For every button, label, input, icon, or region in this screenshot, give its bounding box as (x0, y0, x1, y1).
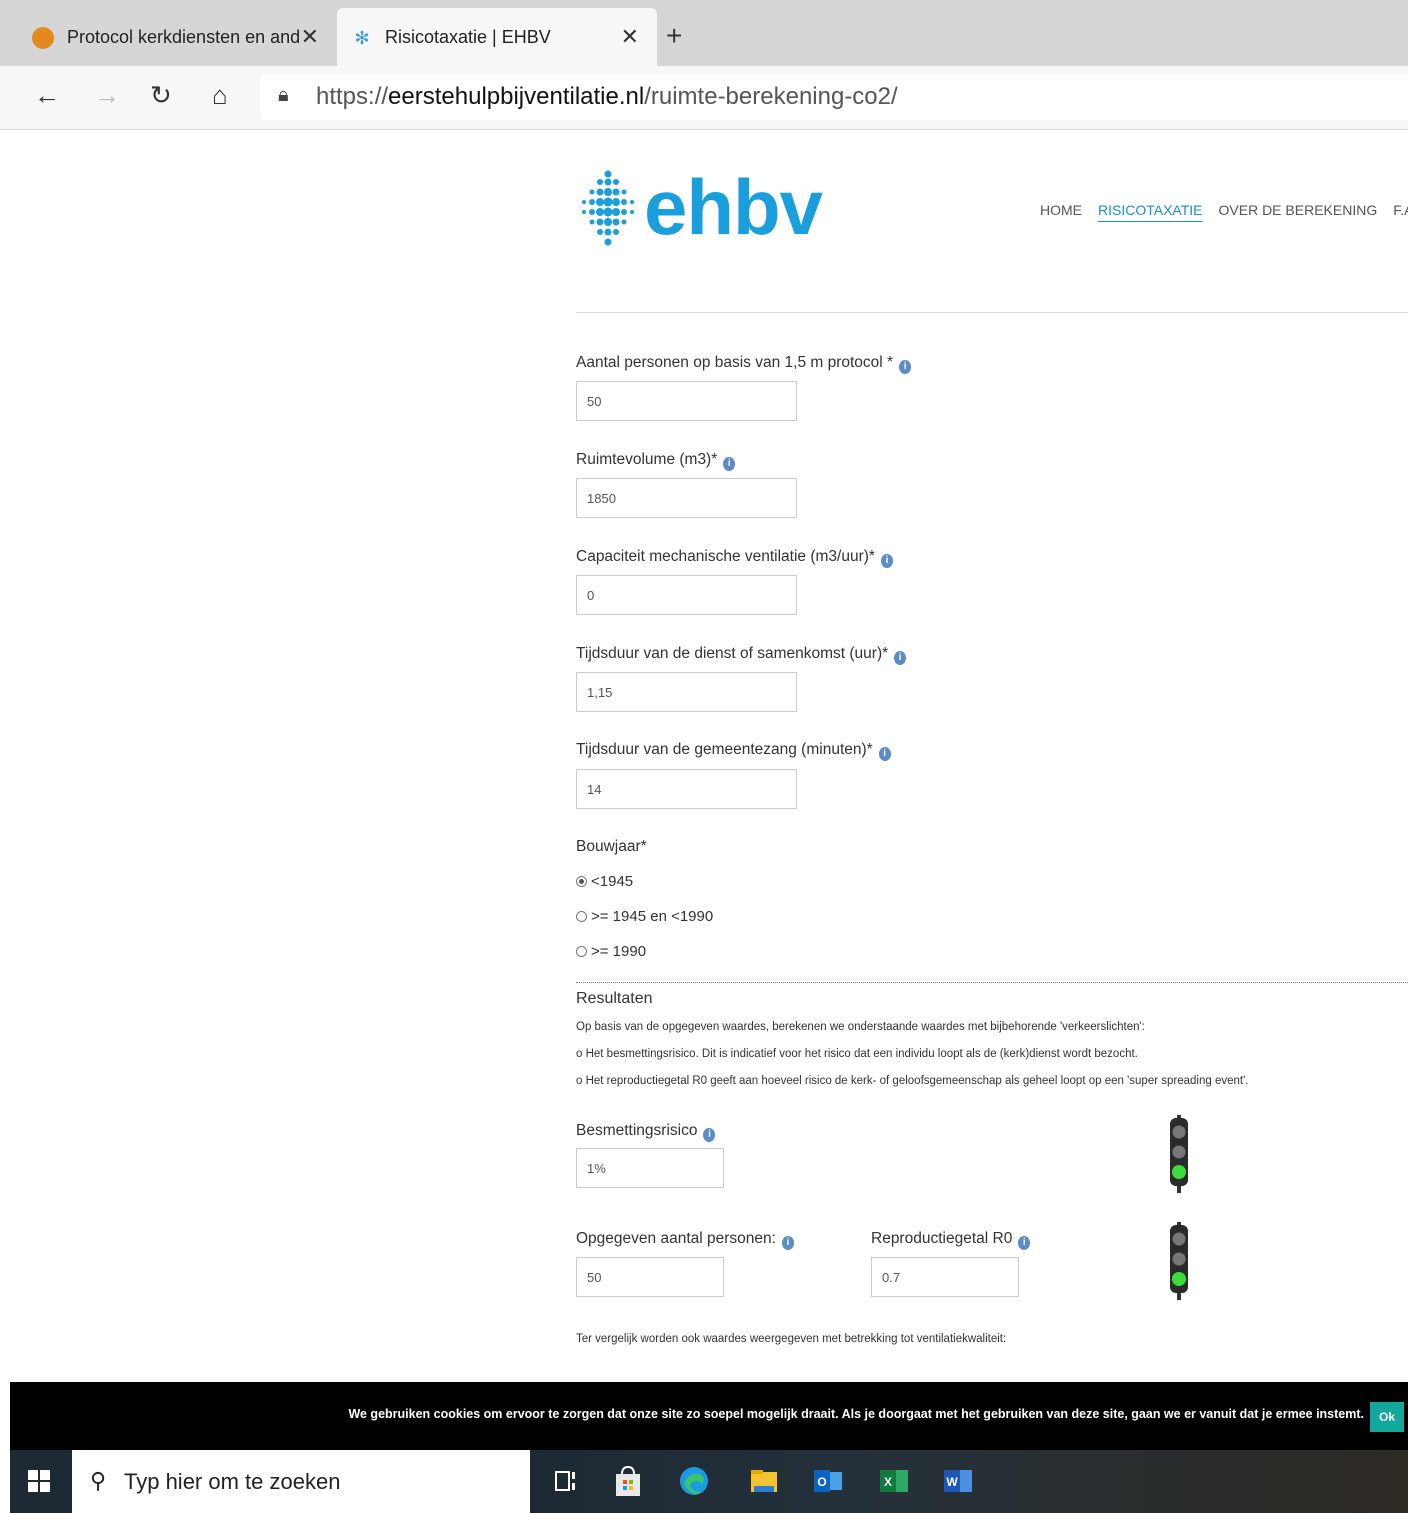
nav-faq[interactable]: F.A.Q. (1393, 202, 1408, 218)
task-view-icon[interactable] (550, 1464, 582, 1498)
ventilatie-input[interactable] (576, 575, 797, 615)
results-bullet-r0: o Het reproductiegetal R0 geeft aan hoev… (576, 1075, 1249, 1087)
radio-button[interactable] (576, 911, 587, 922)
r0-label: Reproductiegetal R0 i (871, 1230, 1031, 1250)
radio-button[interactable] (576, 876, 587, 887)
svg-text:X: X (884, 1475, 892, 1489)
info-icon[interactable]: i (1018, 1236, 1031, 1250)
edge-browser-icon[interactable] (678, 1464, 710, 1498)
personen-label: Aantal personen op basis van 1,5 m proto… (576, 354, 912, 374)
address-bar-row: ← → ↻ ⌂ 🔒︎ https://eerstehulpbijventilat… (0, 66, 1408, 130)
search-placeholder: Typ hier om te zoeken (124, 1469, 341, 1494)
header-divider (576, 312, 1408, 313)
word-icon[interactable]: W (942, 1464, 974, 1498)
tab-risicotaxatie[interactable]: ✻ Risicotaxatie | EHBV ✕ (337, 8, 657, 66)
logo-dots-icon (582, 170, 634, 246)
nav-over-de-berekening[interactable]: OVER DE BEREKENING (1219, 202, 1378, 218)
bouwjaar-option-2[interactable]: >= 1945 en <1990 (576, 908, 713, 925)
besmetting-output (576, 1148, 724, 1188)
excel-icon[interactable]: X (878, 1464, 910, 1498)
bouwjaar-option-1[interactable]: <1945 (576, 873, 633, 890)
outlook-icon[interactable]: O (812, 1464, 844, 1498)
search-icon: ⚲ (90, 1468, 107, 1493)
site-nav: HOME RISICOTAXATIE OVER DE BEREKENING F.… (1040, 202, 1408, 218)
info-icon[interactable]: i (703, 1128, 716, 1142)
info-icon[interactable]: i (781, 1236, 794, 1250)
traffic-light-green-icon (1170, 1115, 1188, 1193)
store-icon[interactable] (612, 1464, 644, 1498)
nav-risicotaxatie[interactable]: RISICOTAXATIE (1098, 202, 1203, 218)
results-bullet-besmetting: o Het besmettingsrisico. Dit is indicati… (576, 1048, 1138, 1060)
close-icon[interactable]: ✕ (301, 24, 319, 50)
r0-output (871, 1257, 1019, 1297)
traffic-light-green-icon (1170, 1222, 1188, 1300)
windows-taskbar: ⚲ Typ hier om te zoeken O X W (10, 1450, 1408, 1513)
nav-home[interactable]: HOME (1040, 202, 1082, 218)
info-icon[interactable]: i (894, 651, 907, 665)
back-arrow-icon[interactable]: ← (34, 80, 60, 111)
zang-input[interactable] (576, 769, 797, 809)
results-intro: Op basis van de opgegeven waardes, berek… (576, 1021, 1145, 1033)
site-favicon-icon (32, 27, 54, 49)
svg-text:W: W (946, 1475, 958, 1489)
tab-title: Risicotaxatie | EHBV (385, 27, 551, 47)
ventilatie-label: Capaciteit mechanische ventilatie (m3/uu… (576, 548, 893, 568)
refresh-icon[interactable]: ↻ (150, 80, 172, 111)
browser-tab-bar: Protocol kerkdiensten en andere ✕ ✻ Risi… (0, 0, 1408, 66)
url-text: https://eerstehulpbijventilatie.nl/ruimt… (316, 83, 898, 110)
besmetting-label: Besmettingsrisico i (576, 1122, 716, 1142)
file-explorer-icon[interactable] (748, 1464, 780, 1498)
radio-button[interactable] (576, 946, 587, 957)
cookie-text: We gebruiken cookies om ervoor te zorgen… (348, 1407, 1364, 1421)
bouwjaar-label: Bouwjaar* (576, 838, 647, 855)
cookie-banner: We gebruiken cookies om ervoor te zorgen… (10, 1382, 1408, 1450)
zang-label: Tijdsduur van de gemeentezang (minuten)*… (576, 741, 891, 761)
tijdsduur-label: Tijdsduur van de dienst of samenkomst (u… (576, 645, 907, 665)
logo-wordmark: ehbv (644, 163, 823, 251)
ehbv-favicon-icon: ✻ (354, 28, 370, 48)
results-divider (576, 982, 1408, 983)
info-icon[interactable]: i (878, 747, 891, 761)
home-icon[interactable]: ⌂ (212, 80, 228, 111)
results-title: Resultaten (576, 990, 653, 1007)
cookie-ok-button[interactable]: Ok (1370, 1402, 1404, 1432)
taskbar-search-field[interactable]: ⚲ Typ hier om te zoeken (72, 1450, 530, 1513)
tab-protocol[interactable]: Protocol kerkdiensten en andere ✕ (10, 8, 337, 66)
windows-start-icon[interactable] (28, 1470, 50, 1492)
volume-input[interactable] (576, 478, 797, 518)
tab-title: Protocol kerkdiensten en andere (67, 27, 299, 47)
close-icon[interactable]: ✕ (621, 24, 639, 50)
info-icon[interactable]: i (723, 457, 736, 471)
volume-label: Ruimtevolume (m3)* i (576, 451, 736, 471)
lock-icon: 🔒︎ (278, 84, 289, 106)
info-icon[interactable]: i (880, 554, 893, 568)
personen-input[interactable] (576, 381, 797, 421)
opgegeven-label: Opgegeven aantal personen: i (576, 1230, 794, 1250)
url-field[interactable]: 🔒︎ https://eerstehulpbijventilatie.nl/ru… (260, 74, 1408, 120)
forward-arrow-icon[interactable]: → (94, 80, 120, 111)
bouwjaar-option-3[interactable]: >= 1990 (576, 943, 646, 960)
svg-text:O: O (817, 1475, 826, 1489)
new-tab-icon[interactable]: + (666, 20, 682, 52)
tijdsduur-input[interactable] (576, 672, 797, 712)
info-icon[interactable]: i (899, 360, 912, 374)
compare-text: Ter vergelijk worden ook waardes weergeg… (576, 1333, 1007, 1345)
opgegeven-output (576, 1257, 724, 1297)
